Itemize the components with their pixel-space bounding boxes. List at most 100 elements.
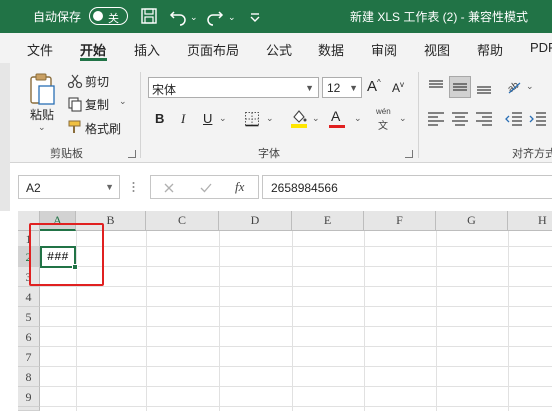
phonetic-guide-char: 文 xyxy=(378,121,388,132)
gridline xyxy=(364,231,365,411)
font-color-dropdown-chevron-icon[interactable]: ⌄ xyxy=(354,113,362,124)
column-header-e[interactable]: E xyxy=(292,211,364,231)
column-header-h[interactable]: H xyxy=(508,211,552,231)
font-color-letter: A xyxy=(331,108,341,124)
title-bar: 自动保存 关 ⌄ ⌄ 新建 XLS 工作表 (2) - 兼容性模式 xyxy=(0,0,552,33)
redo-icon[interactable] xyxy=(205,6,225,26)
cancel-icon[interactable] xyxy=(163,182,175,194)
svg-text:ab: ab xyxy=(506,80,522,96)
bold-button[interactable]: B xyxy=(155,111,164,126)
borders-dropdown-chevron-icon[interactable]: ⌄ xyxy=(266,113,274,124)
cut-icon[interactable] xyxy=(67,73,83,89)
bottom-align-icon[interactable] xyxy=(473,76,495,98)
gridline xyxy=(40,406,552,407)
copy-dropdown-chevron-icon[interactable]: ⌄ xyxy=(119,96,127,107)
gridline xyxy=(40,386,552,387)
tab-review[interactable]: 审阅 xyxy=(371,40,397,59)
font-size-dropdown-chevron-icon[interactable]: ▼ xyxy=(349,83,358,93)
font-name-dropdown-chevron-icon[interactable]: ▼ xyxy=(305,83,314,93)
orientation-dropdown-chevron-icon[interactable]: ⌄ xyxy=(526,81,534,92)
insert-function-icon[interactable]: fx xyxy=(235,179,244,195)
paste-dropdown-chevron-icon[interactable]: ⌄ xyxy=(38,122,46,133)
gridline xyxy=(40,326,552,327)
format-painter-icon[interactable] xyxy=(67,119,83,135)
font-name-select[interactable]: 宋体 ▼ xyxy=(148,77,319,98)
name-box[interactable]: A2 ▼ xyxy=(18,175,120,199)
clipboard-group-label: 剪贴板 xyxy=(50,148,83,160)
gridline xyxy=(146,231,147,411)
autosave-toggle[interactable]: 关 xyxy=(89,7,128,25)
fill-color-dropdown-chevron-icon[interactable]: ⌄ xyxy=(312,113,320,124)
tab-pdf[interactable]: PDF xyxy=(530,40,552,55)
format-painter-label[interactable]: 格式刷 xyxy=(85,120,121,137)
save-icon[interactable] xyxy=(139,6,159,26)
tab-view[interactable]: 视图 xyxy=(424,40,450,59)
row-header-5[interactable]: 5 xyxy=(18,307,40,327)
borders-icon[interactable] xyxy=(244,111,260,127)
row-header-7[interactable]: 7 xyxy=(18,347,40,367)
align-left-icon[interactable] xyxy=(425,108,447,130)
column-header-c[interactable]: C xyxy=(146,211,219,231)
decrease-font-letter: A xyxy=(392,81,401,95)
gridline xyxy=(436,231,437,411)
formula-bar-buttons: fx xyxy=(150,175,259,199)
align-right-icon[interactable] xyxy=(473,108,495,130)
undo-icon[interactable] xyxy=(168,6,188,26)
autosave-state: 关 xyxy=(108,13,119,25)
increase-font-letter: A xyxy=(367,78,378,95)
row-header-4[interactable]: 4 xyxy=(18,287,40,307)
increase-indent-icon[interactable] xyxy=(527,108,549,130)
formula-input[interactable]: 2658984566 xyxy=(262,175,552,199)
font-color-icon[interactable]: A xyxy=(331,108,340,124)
tab-help[interactable]: 帮助 xyxy=(477,40,503,59)
decrease-font-size-icon[interactable]: Av xyxy=(392,80,404,95)
tab-file[interactable]: 文件 xyxy=(27,40,53,59)
gridline xyxy=(219,231,220,411)
tab-data[interactable]: 数据 xyxy=(318,40,344,59)
paste-label[interactable]: 粘贴 xyxy=(30,106,54,123)
tab-formulas[interactable]: 公式 xyxy=(266,40,292,59)
formula-bar-left-strip xyxy=(0,163,10,211)
row-header-9[interactable]: 9 xyxy=(18,387,40,407)
font-size-select[interactable]: 12 ▼ xyxy=(322,77,362,98)
enter-check-icon[interactable] xyxy=(199,182,213,194)
italic-button[interactable]: I xyxy=(181,111,185,127)
phonetic-dropdown-chevron-icon[interactable]: ⌄ xyxy=(399,113,407,124)
copy-label[interactable]: 复制 xyxy=(85,96,109,113)
column-header-f[interactable]: F xyxy=(364,211,436,231)
name-box-dropdown-chevron-icon[interactable]: ▼ xyxy=(105,182,114,192)
row-header-10[interactable]: 10 xyxy=(18,407,40,411)
decrease-indent-icon[interactable] xyxy=(503,108,525,130)
align-center-icon[interactable] xyxy=(449,108,471,130)
tab-home[interactable]: 开始 xyxy=(80,40,106,59)
column-header-d[interactable]: D xyxy=(219,211,292,231)
formula-bar-grip-icon[interactable] xyxy=(132,181,135,193)
group-divider xyxy=(140,72,141,158)
middle-align-button[interactable] xyxy=(449,76,471,98)
font-dialog-launcher-icon[interactable] xyxy=(405,150,413,158)
gridline xyxy=(40,306,552,307)
row-header-6[interactable]: 6 xyxy=(18,327,40,347)
column-header-g[interactable]: G xyxy=(436,211,508,231)
undo-dropdown-chevron-icon[interactable]: ⌄ xyxy=(190,12,198,23)
top-align-icon[interactable] xyxy=(425,76,447,98)
tab-insert[interactable]: 插入 xyxy=(134,40,160,59)
font-name-value: 宋体 xyxy=(152,83,177,97)
redo-dropdown-chevron-icon[interactable]: ⌄ xyxy=(228,12,236,23)
cut-label[interactable]: 剪切 xyxy=(85,73,109,90)
fill-color-icon[interactable] xyxy=(290,108,308,128)
customize-toolbar-icon[interactable] xyxy=(245,6,265,26)
toggle-knob xyxy=(93,11,103,21)
orientation-icon[interactable]: ab xyxy=(503,75,525,97)
paste-icon[interactable] xyxy=(27,72,57,106)
row-header-8[interactable]: 8 xyxy=(18,367,40,387)
tab-page-layout[interactable]: 页面布局 xyxy=(187,40,239,59)
increase-font-size-icon[interactable]: A^ xyxy=(367,78,381,95)
copy-icon[interactable] xyxy=(67,96,83,112)
gridline xyxy=(40,266,552,267)
underline-button[interactable]: U xyxy=(203,111,212,126)
annotation-highlight-box xyxy=(29,223,104,286)
phonetic-guide-icon[interactable]: wén xyxy=(376,107,391,116)
underline-dropdown-chevron-icon[interactable]: ⌄ xyxy=(219,113,227,124)
clipboard-dialog-launcher-icon[interactable] xyxy=(128,150,136,158)
